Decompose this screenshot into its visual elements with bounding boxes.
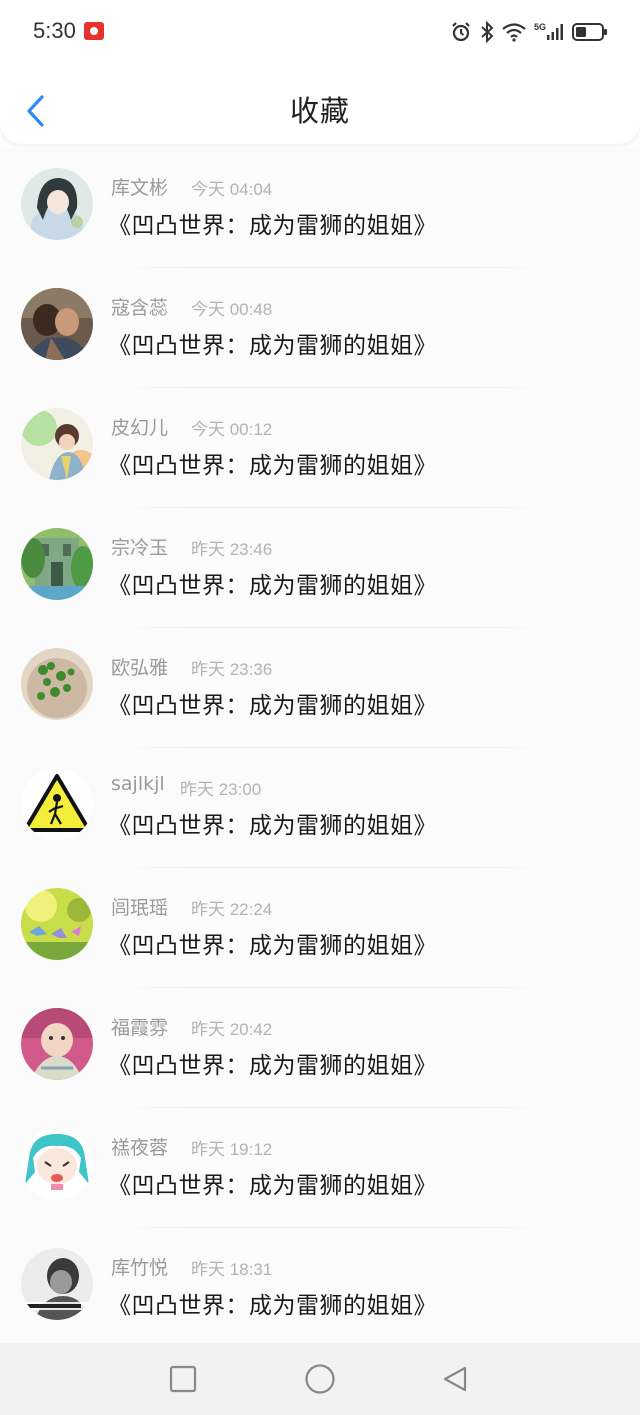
avatar-image (21, 1248, 93, 1320)
author-name: sajlkjl (111, 773, 165, 795)
favorites-list: 库文彬 今天 04:04 《凹凸世界：成为雷狮的姐姐》 寇含蕊 今天 00:48… (0, 148, 640, 1343)
author-name: 皮幻儿 (111, 417, 169, 439)
author-name: 闾珉瑶 (111, 897, 169, 919)
avatar-image (21, 768, 93, 840)
wifi-icon (502, 23, 526, 42)
avatar[interactable] (21, 288, 93, 360)
timestamp: 今天 00:12 (191, 420, 273, 439)
article-title[interactable]: 《凹凸世界：成为雷狮的姐姐》 (108, 326, 437, 360)
recent-apps-icon[interactable] (169, 1365, 197, 1393)
list-item[interactable]: 禚夜蓉 昨天 19:12 《凹凸世界：成为雷狮的姐姐》 (0, 1108, 640, 1228)
author-name: 库文彬 (111, 177, 169, 199)
avatar[interactable] (21, 528, 93, 600)
article-title[interactable]: 《凹凸世界：成为雷狮的姐姐》 (108, 446, 437, 480)
battery-icon (572, 23, 607, 41)
article-title[interactable]: 《凹凸世界：成为雷狮的姐姐》 (108, 806, 437, 840)
network-type: 5G (533, 22, 546, 32)
author-name: 禚夜蓉 (111, 1137, 169, 1159)
list-item[interactable]: 欧弘雅 昨天 23:36 《凹凸世界：成为雷狮的姐姐》 (0, 628, 640, 748)
article-title[interactable]: 《凹凸世界：成为雷狮的姐姐》 (108, 1166, 437, 1200)
avatar[interactable] (21, 168, 93, 240)
timestamp: 昨天 23:46 (191, 540, 273, 559)
avatar-image (21, 408, 93, 480)
timestamp: 昨天 19:12 (191, 1140, 273, 1159)
app-header: 收藏 (0, 64, 640, 144)
list-item[interactable]: 库文彬 今天 04:04 《凹凸世界：成为雷狮的姐姐》 (0, 148, 640, 268)
timestamp: 昨天 18:31 (191, 1260, 273, 1279)
timestamp: 昨天 20:42 (191, 1020, 273, 1039)
app-notification-icon (84, 22, 104, 40)
page-title: 收藏 (289, 94, 350, 128)
avatar-image (21, 1128, 93, 1200)
article-title[interactable]: 《凹凸世界：成为雷狮的姐姐》 (108, 206, 437, 240)
avatar[interactable] (21, 648, 93, 720)
status-time: 5:30 (33, 18, 76, 43)
list-item[interactable]: sajlkjl 昨天 23:00 《凹凸世界：成为雷狮的姐姐》 (0, 748, 640, 868)
list-item[interactable]: 宗冷玉 昨天 23:46 《凹凸世界：成为雷狮的姐姐》 (0, 508, 640, 628)
back-triangle-icon[interactable] (441, 1365, 469, 1393)
avatar-image (21, 528, 93, 600)
avatar[interactable] (21, 1248, 93, 1320)
avatar[interactable] (21, 888, 93, 960)
list-item[interactable]: 寇含蕊 今天 00:48 《凹凸世界：成为雷狮的姐姐》 (0, 268, 640, 388)
list-item[interactable]: 福霞雰 昨天 20:42 《凹凸世界：成为雷狮的姐姐》 (0, 988, 640, 1108)
timestamp: 昨天 22:24 (191, 900, 273, 919)
article-title[interactable]: 《凹凸世界：成为雷狮的姐姐》 (108, 926, 437, 960)
list-item[interactable]: 库竹悦 昨天 18:31 《凹凸世界：成为雷狮的姐姐》 (0, 1228, 640, 1343)
article-title[interactable]: 《凹凸世界：成为雷狮的姐姐》 (108, 566, 437, 600)
avatar[interactable] (21, 1008, 93, 1080)
author-name: 库竹悦 (111, 1257, 169, 1279)
article-title[interactable]: 《凹凸世界：成为雷狮的姐姐》 (108, 1046, 437, 1080)
bluetooth-icon (481, 21, 494, 43)
author-name: 欧弘雅 (111, 657, 169, 679)
status-bar: 5:30 5G (0, 0, 640, 64)
avatar-image (21, 1008, 93, 1080)
list-item[interactable]: 皮幻儿 今天 00:12 《凹凸世界：成为雷狮的姐姐》 (0, 388, 640, 508)
timestamp: 今天 00:48 (191, 300, 273, 319)
list-item[interactable]: 闾珉瑶 昨天 22:24 《凹凸世界：成为雷狮的姐姐》 (0, 868, 640, 988)
timestamp: 昨天 23:00 (180, 780, 262, 799)
author-name: 福霞雰 (111, 1017, 169, 1039)
timestamp: 昨天 23:36 (191, 660, 273, 679)
avatar-image (21, 288, 93, 360)
avatar[interactable] (21, 1128, 93, 1200)
avatar-image (21, 648, 93, 720)
alarm-icon (452, 22, 470, 42)
article-title[interactable]: 《凹凸世界：成为雷狮的姐姐》 (108, 1286, 437, 1320)
system-nav-bar (0, 1343, 640, 1415)
article-title[interactable]: 《凹凸世界：成为雷狮的姐姐》 (108, 686, 437, 720)
avatar-image (21, 888, 93, 960)
avatar-image (21, 168, 93, 240)
avatar[interactable] (21, 408, 93, 480)
avatar[interactable] (21, 768, 93, 840)
author-name: 宗冷玉 (111, 537, 169, 559)
status-icons: 5G (450, 20, 608, 44)
home-icon[interactable] (304, 1363, 336, 1395)
author-name: 寇含蕊 (111, 297, 169, 319)
timestamp: 今天 04:04 (191, 180, 273, 199)
signal-icon (547, 24, 563, 40)
